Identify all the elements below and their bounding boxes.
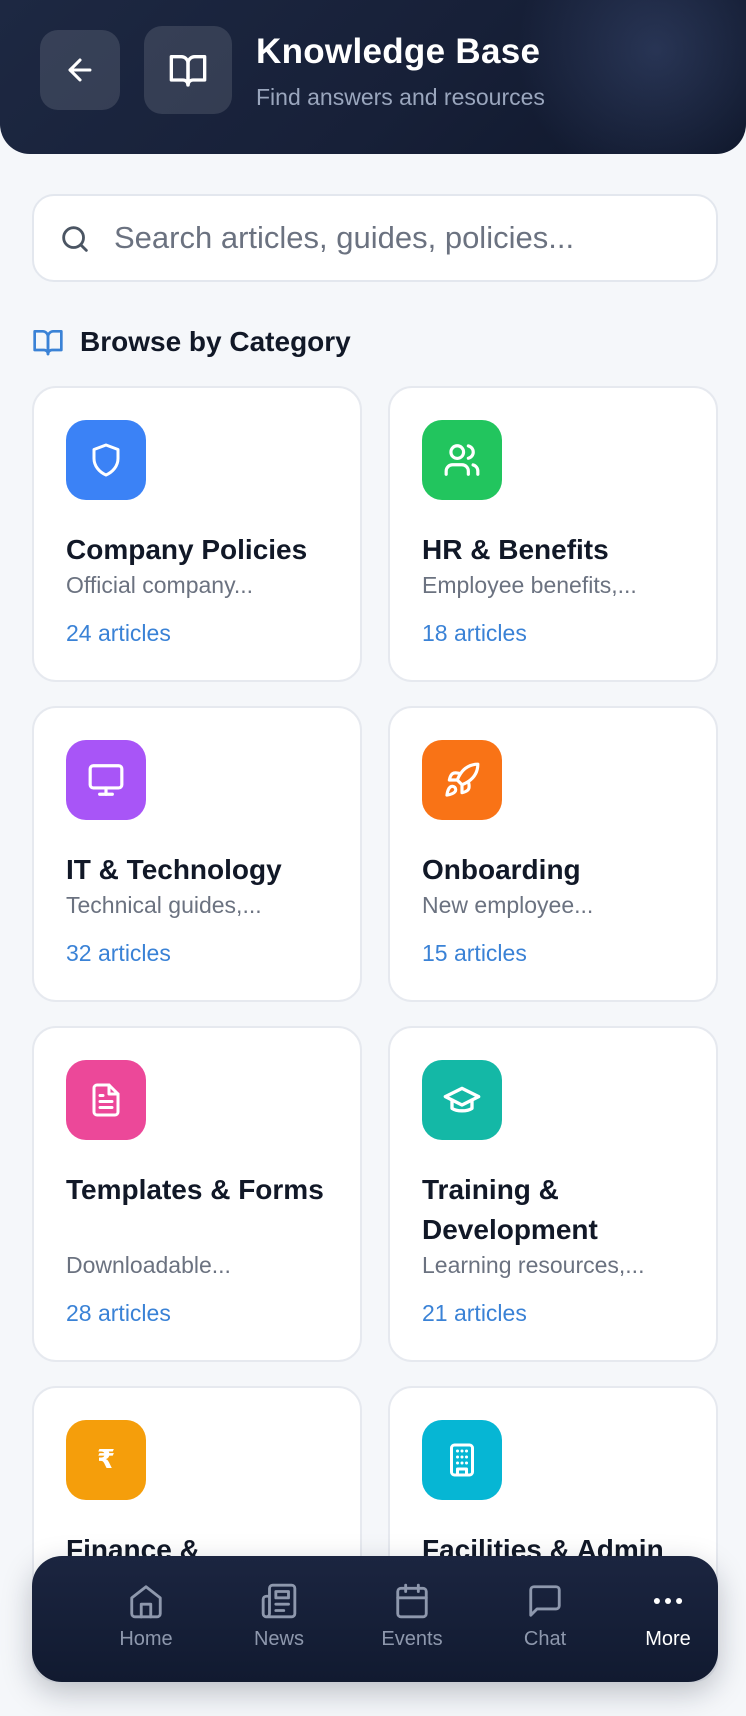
- search-icon: [58, 222, 92, 261]
- category-icon-tile: [66, 420, 146, 500]
- category-icon-tile: [66, 1060, 146, 1140]
- nav-item-news[interactable]: News: [219, 1582, 339, 1662]
- more-horizontal-icon: [653, 1597, 683, 1605]
- shield-icon: [92, 443, 120, 477]
- category-description: Downloadable...: [66, 1252, 231, 1278]
- nav-label: Home: [119, 1628, 173, 1650]
- book-open-icon: [169, 55, 207, 87]
- category-card-company-policies[interactable]: Company Policies Official company... 24 …: [32, 386, 362, 682]
- nav-item-more[interactable]: More: [608, 1582, 728, 1662]
- category-title: HR & Benefits: [422, 534, 609, 565]
- rupee-icon: ₹: [96, 1445, 116, 1475]
- home-icon: [130, 1585, 162, 1619]
- category-article-count: 21 articles: [422, 1300, 527, 1326]
- knowledge-base-icon-tile: [144, 26, 232, 114]
- category-icon-tile: [422, 420, 502, 500]
- nav-label: Events: [381, 1628, 443, 1650]
- category-article-count: 32 articles: [66, 940, 171, 966]
- category-card-hr-benefits[interactable]: HR & Benefits Employee benefits,... 18 a…: [388, 386, 718, 682]
- category-description: New employee...: [422, 892, 594, 918]
- nav-label: Chat: [523, 1628, 567, 1650]
- page-subtitle: Find answers and resources: [256, 84, 545, 110]
- category-description: Official company...: [66, 572, 254, 598]
- category-title: Training & Development: [422, 1174, 598, 1245]
- nav-label: More: [645, 1628, 691, 1650]
- category-card-it-technology[interactable]: IT & Technology Technical guides,... 32 …: [32, 706, 362, 1002]
- category-title: Onboarding: [422, 854, 581, 885]
- file-text-icon: [92, 1083, 120, 1117]
- category-icon-tile: [66, 740, 146, 820]
- page-title: Knowledge Base: [256, 32, 541, 71]
- message-square-icon: [529, 1585, 561, 1617]
- monitor-icon: [88, 764, 124, 796]
- category-article-count: 15 articles: [422, 940, 527, 966]
- calendar-icon: [396, 1583, 428, 1619]
- back-button[interactable]: [40, 30, 120, 110]
- category-icon-tile: ₹: [66, 1420, 146, 1500]
- search-bar[interactable]: [32, 194, 718, 282]
- section-title: Browse by Category: [80, 326, 351, 357]
- category-icon-tile: [422, 1060, 502, 1140]
- category-title: IT & Technology: [66, 854, 282, 885]
- section-header: Browse by Category: [32, 324, 351, 360]
- arrow-left-icon: [68, 58, 92, 82]
- bottom-navigation: Home News Events Chat More: [32, 1556, 718, 1682]
- nav-item-events[interactable]: Events: [352, 1582, 472, 1662]
- rocket-icon: [445, 762, 480, 797]
- nav-item-chat[interactable]: Chat: [485, 1582, 605, 1662]
- graduation-cap-icon: [443, 1086, 481, 1113]
- category-article-count: 28 articles: [66, 1300, 171, 1326]
- building-icon: [450, 1443, 474, 1477]
- category-article-count: 24 articles: [66, 620, 171, 646]
- users-icon: [444, 444, 480, 476]
- category-icon-tile: [422, 740, 502, 820]
- category-icon-tile: [422, 1420, 502, 1500]
- category-description: Employee benefits,...: [422, 572, 637, 598]
- category-card-templates-forms[interactable]: Templates & Forms Downloadable... 28 art…: [32, 1026, 362, 1362]
- nav-item-home[interactable]: Home: [86, 1582, 206, 1662]
- book-open-icon: [33, 330, 63, 356]
- category-description: Learning resources,...: [422, 1252, 645, 1278]
- category-title: Company Policies: [66, 534, 308, 565]
- category-card-training-development[interactable]: Training & Development Learning resource…: [388, 1026, 718, 1362]
- nav-label: News: [253, 1628, 304, 1650]
- category-title: Templates & Forms: [66, 1174, 324, 1205]
- category-card-onboarding[interactable]: Onboarding New employee... 15 articles: [388, 706, 718, 1002]
- search-input[interactable]: [114, 212, 694, 264]
- category-description: Technical guides,...: [66, 892, 262, 918]
- page-header: Knowledge Base Find answers and resource…: [0, 0, 746, 154]
- newspaper-icon: [261, 1583, 297, 1619]
- header-glow: [506, 0, 746, 154]
- category-article-count: 18 articles: [422, 620, 527, 646]
